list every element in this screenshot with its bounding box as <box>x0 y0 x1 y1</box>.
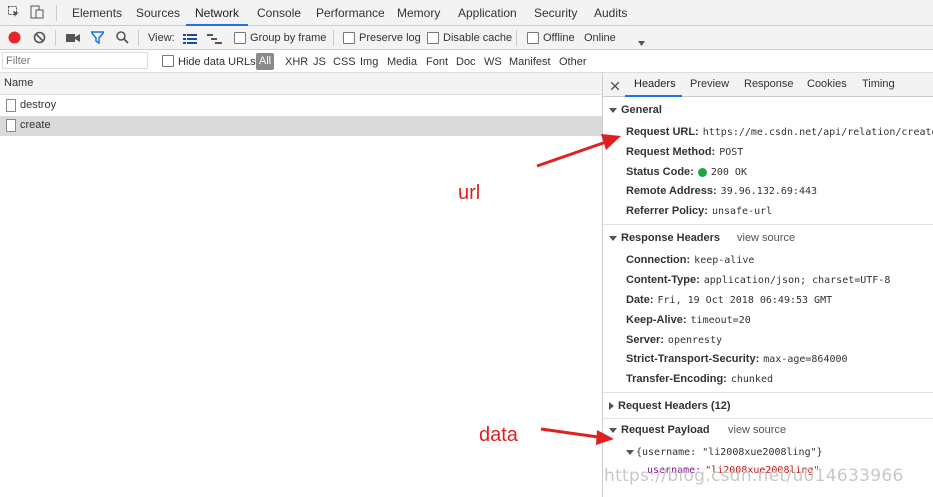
annotation-arrows <box>536 134 621 445</box>
watermark: https://blog.csdn.net/u014633966 <box>604 466 904 486</box>
data-arrow-icon <box>540 427 614 445</box>
url-arrow-icon <box>536 134 621 168</box>
